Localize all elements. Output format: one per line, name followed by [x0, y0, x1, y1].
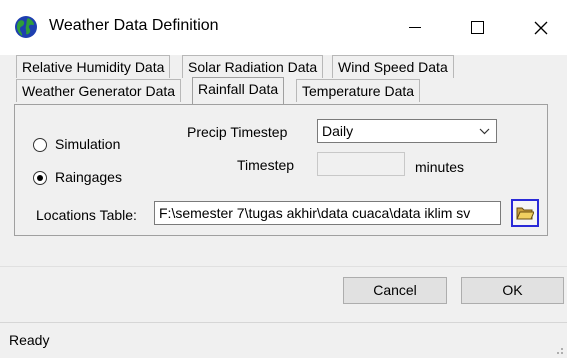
tab-relative-humidity-data[interactable]: Relative Humidity Data	[16, 55, 171, 78]
minimize-icon	[409, 27, 421, 28]
radio-circle-selected	[33, 171, 47, 185]
precip-timestep-select[interactable]: Daily	[317, 119, 497, 143]
timestep-label: Timestep	[237, 157, 295, 173]
tab-label: Weather Generator Data	[22, 83, 176, 99]
tab-label: Relative Humidity Data	[22, 59, 165, 75]
ok-button[interactable]: OK	[461, 277, 564, 304]
browse-folder-button[interactable]	[511, 199, 539, 227]
precip-timestep-value: Daily	[322, 123, 354, 139]
close-button[interactable]	[518, 0, 564, 55]
cancel-button[interactable]: Cancel	[343, 277, 447, 304]
divider	[0, 266, 567, 267]
maximize-icon	[470, 21, 484, 34]
folder-icon	[516, 207, 534, 220]
chevron-down-icon	[479, 128, 490, 135]
globe-icon	[14, 15, 38, 39]
tab-label: Solar Radiation Data	[188, 59, 318, 75]
window-title: Weather Data Definition	[49, 17, 219, 34]
locations-table-input[interactable]: F:\semester 7\tugas akhir\data cuaca\dat…	[154, 201, 501, 225]
tab-weather-generator-data[interactable]: Weather Generator Data	[16, 79, 182, 102]
ok-label: OK	[502, 282, 523, 298]
tab-wind-speed-data[interactable]: Wind Speed Data	[332, 55, 454, 78]
tab-label: Temperature Data	[302, 83, 415, 99]
locations-table-label: Locations Table:	[36, 207, 137, 223]
tab-label: Wind Speed Data	[338, 59, 448, 75]
tab-temperature-data[interactable]: Temperature Data	[296, 79, 421, 102]
precip-timestep-label: Precip Timestep	[187, 124, 288, 140]
status-text: Ready	[9, 332, 50, 348]
title-bar: Weather Data Definition	[0, 0, 567, 55]
tab-solar-radiation-data[interactable]: Solar Radiation Data	[182, 55, 324, 78]
radio-circle	[33, 138, 47, 152]
status-bar: Ready	[0, 322, 567, 358]
locations-table-value: F:\semester 7\tugas akhir\data cuaca\dat…	[159, 205, 471, 221]
maximize-button[interactable]	[454, 0, 500, 55]
cancel-label: Cancel	[373, 282, 417, 298]
timestep-unit: minutes	[415, 159, 465, 175]
timestep-input[interactable]	[317, 152, 405, 176]
simulation-label: Simulation	[55, 136, 121, 152]
rainfall-tab-panel: Simulation Raingages Precip Timestep Dai…	[14, 104, 548, 236]
close-icon	[534, 21, 548, 34]
raingages-label: Raingages	[55, 169, 122, 185]
minimize-button[interactable]	[392, 0, 438, 55]
resize-grip-icon[interactable]	[554, 345, 564, 355]
tab-label: Rainfall Data	[198, 81, 279, 97]
tab-rainfall-data[interactable]: Rainfall Data	[192, 77, 285, 104]
